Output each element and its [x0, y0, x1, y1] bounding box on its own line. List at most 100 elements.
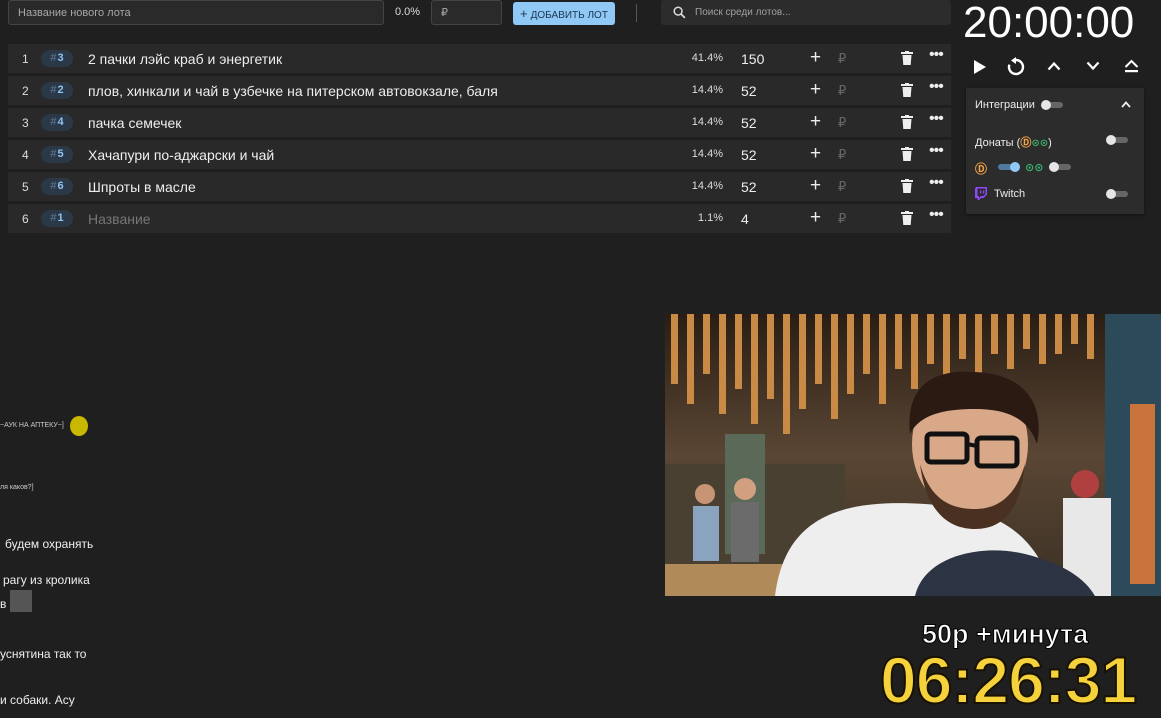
- lot-amount[interactable]: 150: [741, 51, 764, 67]
- lot-amount[interactable]: 4: [741, 211, 749, 227]
- chevron-down-icon[interactable]: [1086, 61, 1100, 71]
- lot-amount[interactable]: 52: [741, 115, 757, 131]
- lot-row: 6 #1 Название 1.1% 4 + ₽ •••: [8, 204, 951, 233]
- new-lot-name-input[interactable]: [8, 0, 384, 25]
- trash-icon[interactable]: [901, 179, 913, 193]
- donations-label: Донаты (Ⓓ⊙⊙): [975, 137, 1052, 149]
- add-amount-icon[interactable]: +: [810, 47, 821, 69]
- add-amount-icon[interactable]: +: [810, 79, 821, 101]
- lot-id-badge: #5: [41, 146, 73, 163]
- chevron-up-icon[interactable]: [1047, 61, 1061, 71]
- lot-title[interactable]: 2 пачки лэйс краб и энергетик: [88, 51, 282, 67]
- lot-id-badge: #1: [41, 210, 73, 227]
- add-amount-icon[interactable]: +: [810, 175, 821, 197]
- lot-amount[interactable]: 52: [741, 83, 757, 99]
- ruble-input[interactable]: ₽: [838, 51, 846, 67]
- chat-message: уснятина так то: [0, 647, 87, 661]
- lot-id-badge: #4: [41, 114, 73, 131]
- more-icon[interactable]: •••: [929, 206, 944, 224]
- lot-row: 5 #6 Шпроты в масле 14.4% 52 + ₽ •••: [8, 172, 951, 201]
- trash-icon[interactable]: [901, 83, 913, 97]
- lot-id-badge: #3: [41, 50, 73, 67]
- more-icon[interactable]: •••: [929, 174, 944, 192]
- auction-timer: 20:00:00: [963, 0, 1135, 47]
- chat-emote-icon: [10, 590, 32, 612]
- lot-index: 6: [22, 212, 29, 226]
- lot-title[interactable]: Шпроты в масле: [88, 179, 196, 195]
- restart-icon[interactable]: [1006, 57, 1026, 77]
- lot-row: 1 #3 2 пачки лэйс краб и энергетик 41.4%…: [8, 44, 951, 73]
- lot-percent: 14.4%: [691, 148, 723, 160]
- lot-row: 3 #4 пачка семечек 14.4% 52 + ₽ •••: [8, 108, 951, 137]
- lot-percent: 14.4%: [691, 180, 723, 192]
- trash-icon[interactable]: [901, 51, 913, 65]
- lot-percent: 14.4%: [691, 116, 723, 128]
- integrations-panel: Интеграции Донаты (Ⓓ⊙⊙) Ⓓ ⊙⊙ Twitch: [966, 88, 1144, 214]
- trash-icon[interactable]: [901, 147, 913, 161]
- add-lot-label: ДОБАВИТЬ ЛОТ: [530, 10, 608, 21]
- emote-icon: [70, 416, 88, 436]
- lots-list: 1 #3 2 пачки лэйс краб и энергетик 41.4%…: [8, 44, 951, 236]
- webcam-feed: [665, 314, 1161, 596]
- add-amount-icon[interactable]: +: [810, 111, 821, 133]
- integrations-toggle[interactable]: [1041, 100, 1065, 110]
- twitch-toggle[interactable]: [1106, 189, 1130, 199]
- lot-title[interactable]: Хачапури по-аджарски и чай: [88, 147, 274, 163]
- lot-id-badge: #6: [41, 178, 73, 195]
- chevron-up-icon[interactable]: [1121, 101, 1131, 108]
- donatepay-toggle[interactable]: [1049, 162, 1073, 172]
- ruble-input[interactable]: ₽: [838, 179, 846, 195]
- chat-message: рагу из кролика: [3, 573, 90, 587]
- lot-amount[interactable]: 52: [741, 147, 757, 163]
- add-amount-icon[interactable]: +: [810, 143, 821, 165]
- lot-percent: 14.4%: [691, 84, 723, 96]
- donations-toggle[interactable]: [1106, 135, 1130, 145]
- new-lot-bar: 0.0% +ДОБАВИТЬ ЛОТ: [0, 0, 955, 28]
- lot-amount[interactable]: 52: [741, 179, 757, 195]
- more-icon[interactable]: •••: [929, 110, 944, 128]
- ruble-input[interactable]: ₽: [838, 115, 846, 131]
- trash-icon[interactable]: [901, 115, 913, 129]
- subathon-countdown: 06:26:31: [879, 642, 1138, 718]
- donatepay-icon: ⊙⊙: [1031, 138, 1049, 149]
- lot-index: 3: [22, 116, 29, 130]
- donationalerts-icon: Ⓓ: [1020, 137, 1032, 149]
- search-input[interactable]: [661, 0, 951, 25]
- twitch-label: Twitch: [994, 188, 1026, 200]
- lot-index: 5: [22, 180, 29, 194]
- add-lot-button[interactable]: + ДОБАВИТЬ ЛОТ: [513, 2, 615, 25]
- divider: [636, 4, 637, 22]
- ruble-input[interactable]: ₽: [838, 83, 846, 99]
- chat-message: в: [0, 597, 7, 611]
- chat-message: будем охранять: [5, 537, 94, 551]
- lot-row: 2 #2 плов, хинкали и чай в узбечке на пи…: [8, 76, 951, 105]
- ruble-input[interactable]: ₽: [838, 211, 846, 227]
- chat-message: и собаки. Асу: [0, 693, 75, 707]
- lot-percent: 41.4%: [691, 52, 723, 64]
- ruble-input[interactable]: ₽: [838, 147, 846, 163]
- play-icon[interactable]: [973, 59, 987, 75]
- donatepay-icon: ⊙⊙: [1025, 162, 1044, 174]
- lot-index: 2: [22, 84, 29, 98]
- plus-icon: +: [520, 6, 528, 21]
- more-icon[interactable]: •••: [929, 142, 944, 160]
- chat-message: ля каков?]: [0, 484, 34, 491]
- more-icon[interactable]: •••: [929, 46, 944, 64]
- webcam-image: [665, 314, 1161, 596]
- twitch-icon: [975, 187, 987, 200]
- lot-index: 4: [22, 148, 29, 162]
- lot-title-input[interactable]: Название: [88, 211, 151, 227]
- donationalerts-icon: Ⓓ: [975, 162, 988, 176]
- add-amount-icon[interactable]: +: [810, 207, 821, 229]
- more-icon[interactable]: •••: [929, 78, 944, 96]
- new-lot-amount-input[interactable]: [431, 0, 502, 25]
- lot-percent: 1.1%: [697, 212, 723, 224]
- eject-icon[interactable]: [1124, 59, 1139, 74]
- trash-icon[interactable]: [901, 211, 913, 225]
- donationalerts-toggle[interactable]: [996, 162, 1020, 172]
- lot-title[interactable]: плов, хинкали и чай в узбечке на питерск…: [88, 83, 498, 99]
- search-box: [661, 0, 951, 25]
- lot-row: 4 #5 Хачапури по-аджарски и чай 14.4% 52…: [8, 140, 951, 169]
- lot-title[interactable]: пачка семечек: [88, 115, 181, 131]
- new-lot-percent: 0.0%: [395, 6, 421, 18]
